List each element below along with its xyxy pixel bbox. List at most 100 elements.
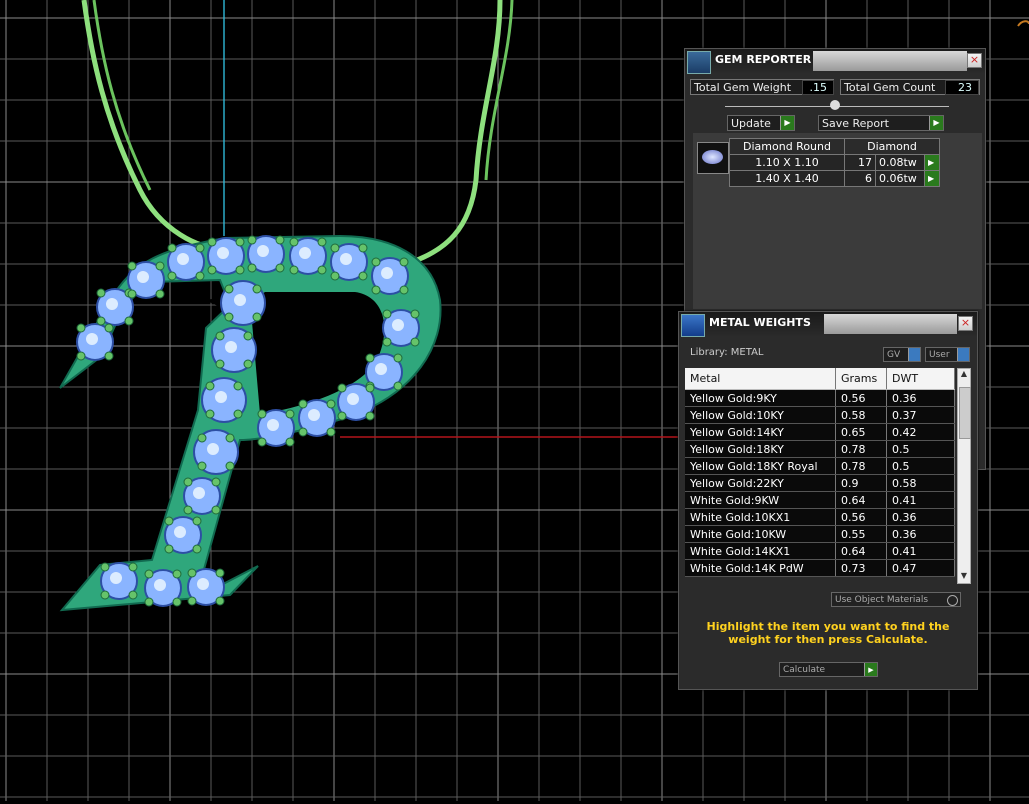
- prong-bead: [289, 265, 299, 275]
- prong-bead: [155, 289, 165, 299]
- prong-bead: [192, 544, 202, 554]
- gv-toggle[interactable]: GV: [883, 347, 921, 362]
- save-report-button[interactable]: Save Report ▶: [818, 115, 944, 131]
- gem-highlight: [193, 487, 205, 499]
- gem-highlight: [106, 298, 118, 310]
- prong-bead: [144, 597, 154, 607]
- prong-bead: [358, 243, 368, 253]
- prong-bead: [100, 590, 110, 600]
- metal-metal: White Gold:9KW: [685, 491, 836, 509]
- gem-reporter-titlebar[interactable]: GEM REPORTER ×: [685, 49, 985, 74]
- prong-bead: [183, 477, 193, 487]
- prong-bead: [317, 265, 327, 275]
- prong-bead: [358, 271, 368, 281]
- gem-icon: [697, 142, 729, 174]
- right-corner-decoration: [1017, 20, 1029, 27]
- col-dwt[interactable]: DWT: [886, 368, 955, 390]
- calculate-button[interactable]: Calculate ▶: [779, 662, 878, 677]
- gem-row-button[interactable]: ▶: [924, 170, 940, 187]
- metal-weights-titlebar[interactable]: METAL WEIGHTS ×: [679, 312, 977, 337]
- metal-row[interactable]: Yellow Gold:18KY Royal 0.78 0.5: [685, 457, 955, 475]
- use-object-materials-toggle[interactable]: Use Object Materials: [831, 592, 961, 607]
- metal-scrollbar[interactable]: ▲ ▼: [957, 368, 971, 584]
- scroll-thumb[interactable]: [959, 387, 971, 439]
- prong-bead: [317, 237, 327, 247]
- gem-highlight: [299, 247, 311, 259]
- col-metal[interactable]: Metal: [685, 368, 836, 390]
- prong-bead: [197, 461, 207, 471]
- metal-grams: 0.73: [835, 559, 887, 577]
- metal-weights-title: METAL WEIGHTS: [709, 316, 811, 329]
- metal-weights-panel: METAL WEIGHTS × Library: METAL GV User M…: [678, 311, 978, 690]
- gem-highlight: [392, 319, 404, 331]
- divider-knob[interactable]: [830, 100, 840, 110]
- gem-row[interactable]: 1.40 X 1.40 6 0.06tw ▶: [729, 170, 940, 187]
- prong-bead: [410, 309, 420, 319]
- prong-bead: [128, 562, 138, 572]
- save-report-label: Save Report: [822, 117, 889, 130]
- prong-bead: [195, 271, 205, 281]
- gem-table-header: Diamond: [844, 138, 940, 155]
- update-button[interactable]: Update ▶: [727, 115, 795, 131]
- prong-bead: [172, 569, 182, 579]
- metal-row[interactable]: White Gold:14K PdW 0.73 0.47: [685, 559, 955, 577]
- metal-row[interactable]: Yellow Gold:22KY 0.9 0.58: [685, 474, 955, 492]
- gem-highlight: [308, 409, 320, 421]
- col-grams[interactable]: Grams: [835, 368, 887, 390]
- calculate-label: Calculate: [783, 665, 826, 675]
- metal-row[interactable]: Yellow Gold:10KY 0.58 0.37: [685, 406, 955, 424]
- user-toggle[interactable]: User: [925, 347, 970, 362]
- circle-icon: [947, 595, 958, 606]
- metal-metal: Yellow Gold:10KY: [685, 406, 836, 424]
- metal-weights-icon: [681, 314, 705, 337]
- gem-highlight: [177, 253, 189, 265]
- prong-bead: [183, 505, 193, 515]
- close-icon[interactable]: ×: [967, 53, 982, 68]
- gem-size: 1.10 X 1.10: [729, 154, 845, 171]
- prong-bead: [96, 288, 106, 298]
- prong-bead: [233, 381, 243, 391]
- prong-bead: [100, 562, 110, 572]
- prong-bead: [225, 461, 235, 471]
- scroll-down-icon[interactable]: ▼: [958, 571, 970, 583]
- gem-row-button[interactable]: ▶: [924, 154, 940, 171]
- prong-bead: [252, 312, 262, 322]
- metal-grams: 0.64: [835, 542, 887, 560]
- prong-bead: [215, 359, 225, 369]
- gem-table: Diamond Round Diamond 1.10 X 1.10 17 0.0…: [729, 138, 940, 187]
- metal-dwt: 0.37: [886, 406, 955, 424]
- metal-dwt: 0.36: [886, 525, 955, 543]
- prong-bead: [275, 263, 285, 273]
- prong-bead: [144, 569, 154, 579]
- prong-bead: [172, 597, 182, 607]
- prong-bead: [365, 383, 375, 393]
- metal-row[interactable]: Yellow Gold:9KY 0.56 0.36: [685, 389, 955, 407]
- metal-row[interactable]: White Gold:10KW 0.55 0.36: [685, 525, 955, 543]
- gem-highlight: [137, 271, 149, 283]
- gem-reporter-icon: [687, 51, 711, 74]
- prong-bead: [326, 399, 336, 409]
- metal-dwt: 0.58: [886, 474, 955, 492]
- arrow-right-icon: ▶: [780, 116, 794, 130]
- prong-bead: [164, 516, 174, 526]
- metal-row[interactable]: White Gold:10KX1 0.56 0.36: [685, 508, 955, 526]
- metal-dwt: 0.36: [886, 389, 955, 407]
- gem-row[interactable]: 1.10 X 1.10 17 0.08tw ▶: [729, 154, 940, 171]
- prong-bead: [243, 331, 253, 341]
- metal-grams: 0.56: [835, 389, 887, 407]
- gem-highlight: [215, 391, 227, 403]
- scroll-up-icon[interactable]: ▲: [958, 369, 970, 381]
- gem-highlight: [257, 245, 269, 257]
- prong-bead: [167, 271, 177, 281]
- metal-row[interactable]: Yellow Gold:14KY 0.65 0.42: [685, 423, 955, 441]
- metal-row[interactable]: Yellow Gold:18KY 0.78 0.5: [685, 440, 955, 458]
- close-icon[interactable]: ×: [958, 316, 973, 331]
- gem-highlight: [110, 572, 122, 584]
- prong-bead: [371, 257, 381, 267]
- prong-bead: [365, 353, 375, 363]
- metal-row[interactable]: White Gold:14KX1 0.64 0.41: [685, 542, 955, 560]
- prong-bead: [211, 505, 221, 515]
- metal-metal: Yellow Gold:14KY: [685, 423, 836, 441]
- prong-bead: [371, 285, 381, 295]
- metal-row[interactable]: White Gold:9KW 0.64 0.41: [685, 491, 955, 509]
